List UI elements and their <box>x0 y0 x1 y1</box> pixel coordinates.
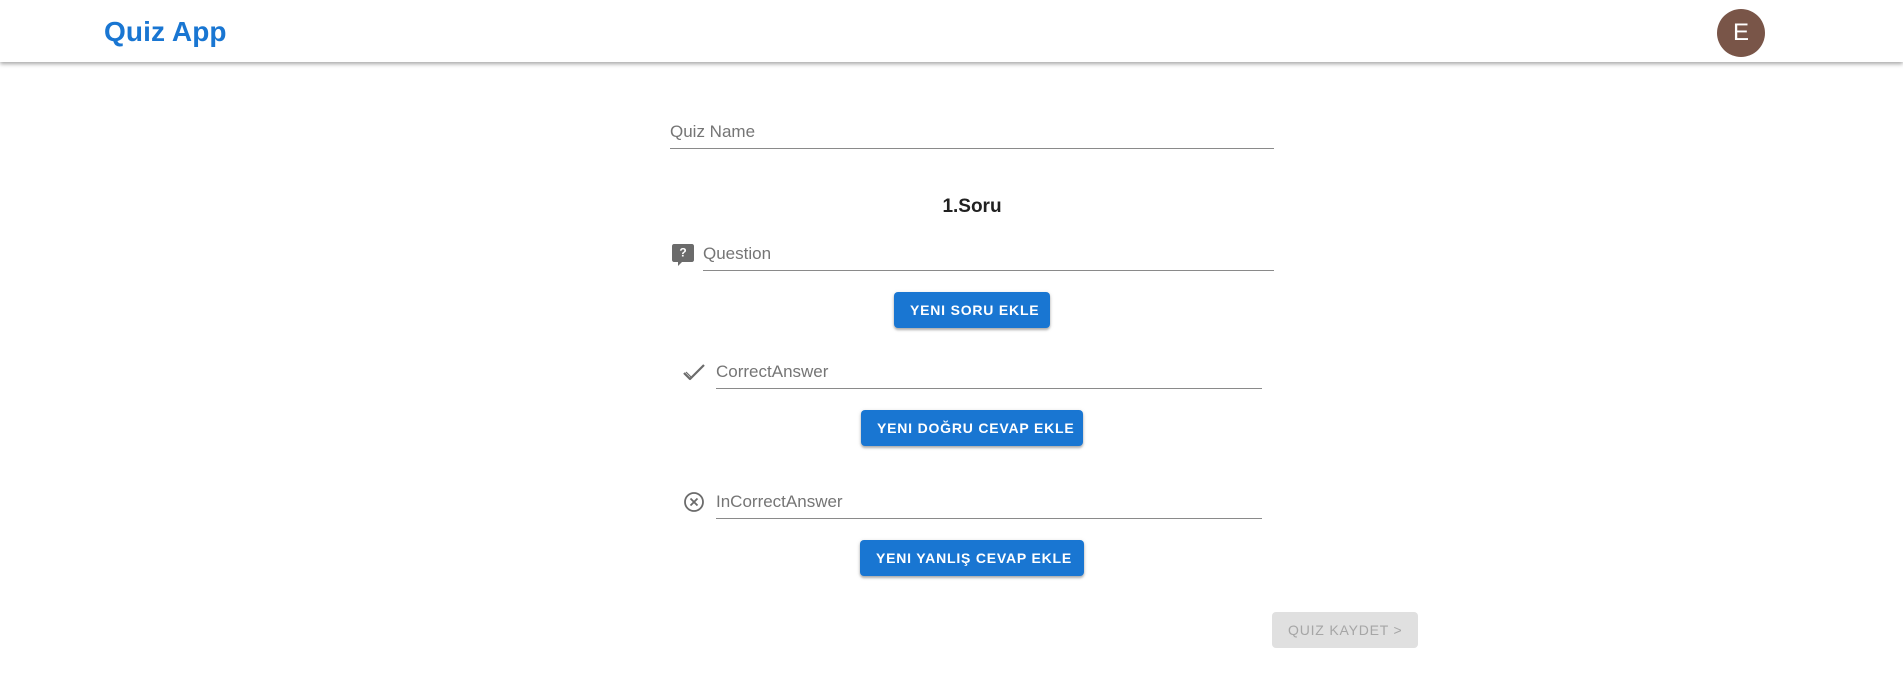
app-title: Quiz App <box>104 16 227 47</box>
incorrect-answer-field <box>716 487 1262 519</box>
correct-answer-field <box>716 357 1262 389</box>
question-field <box>703 239 1274 271</box>
app-bar: Quiz App E <box>0 0 1903 62</box>
quiz-name-input[interactable] <box>670 117 1274 147</box>
avatar[interactable]: E <box>1717 9 1765 57</box>
question-section-title: 1.Soru <box>942 196 1002 217</box>
quiz-name-field <box>670 117 1274 149</box>
add-question-button[interactable]: YENI SORU EKLE <box>894 292 1050 328</box>
add-incorrect-answer-button[interactable]: YENI YANLIŞ CEVAP EKLE <box>860 540 1084 576</box>
incorrect-answer-input[interactable] <box>716 487 1262 517</box>
question-comment-icon: ? <box>670 241 696 267</box>
avatar-initial: E <box>1732 19 1749 46</box>
correct-answer-input[interactable] <box>716 357 1262 387</box>
save-quiz-button[interactable]: QUIZ KAYDET > <box>1272 612 1418 648</box>
cancel-circle-icon <box>681 489 707 515</box>
check-icon <box>681 359 707 385</box>
svg-text:?: ? <box>679 246 686 260</box>
add-correct-answer-button[interactable]: YENI DOĞRU CEVAP EKLE <box>861 410 1083 446</box>
question-input[interactable] <box>703 239 1274 269</box>
